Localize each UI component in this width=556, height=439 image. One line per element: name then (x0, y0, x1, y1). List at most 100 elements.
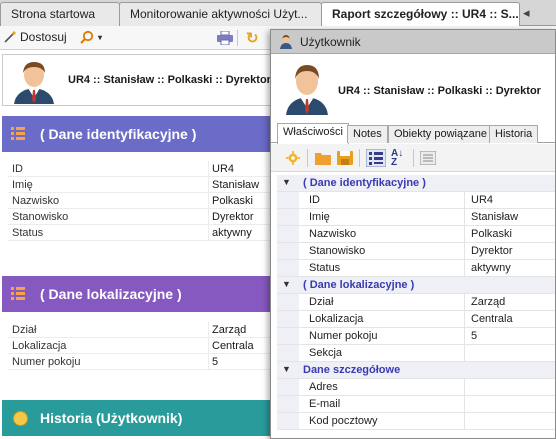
customize-button[interactable]: Dostosuj (4, 30, 67, 44)
property-row[interactable]: Numer pokoju 5 (277, 328, 555, 345)
column-divider[interactable] (464, 345, 465, 361)
table-row: Numer pokoju 5 (8, 354, 272, 370)
report-header: UR4 :: Stanisław :: Polkaski :: Dyrektor (2, 54, 272, 106)
property-row[interactable]: Stanowisko Dyrektor (277, 243, 555, 260)
property-row[interactable]: Sekcja (277, 345, 555, 362)
section-hist-header: Historia (Użytkownik) (2, 400, 272, 436)
column-divider (208, 322, 209, 370)
property-row[interactable]: Nazwisko Polkaski (277, 226, 555, 243)
row-key: Numer pokoju (12, 356, 81, 368)
property-key: Sekcja (309, 347, 343, 359)
tab-wlasciwosci[interactable]: Właściwości (277, 123, 349, 144)
sort-alpha-icon[interactable]: A↓ Z (391, 149, 407, 168)
category-lok[interactable]: ▼ ( Dane lokalizacyjne ) (277, 277, 555, 294)
row-value: Dyrektor (212, 211, 254, 223)
tab-activity-monitoring[interactable]: Monitorowanie aktywności Użyt... (119, 2, 322, 26)
toolbar-separator (359, 149, 360, 167)
property-row[interactable]: Status aktywny (277, 260, 555, 277)
tab-start-page[interactable]: Strona startowa (0, 2, 120, 26)
properties-toolbar: A↓ Z (271, 144, 555, 172)
window-title-bar[interactable]: Użytkownik (271, 30, 555, 54)
property-row[interactable]: Dział Zarząd (277, 294, 555, 311)
detail-report: UR4 :: Stanisław :: Polkaski :: Dyrektor… (0, 50, 272, 439)
section-lok-header: ( Dane lokalizacyjne ) (2, 276, 272, 312)
row-gutter (277, 260, 299, 276)
property-key: Status (309, 262, 341, 274)
row-key: Nazwisko (12, 195, 60, 207)
row-gutter (277, 243, 299, 259)
category-label: Dane szczegółowe (303, 364, 401, 376)
column-divider[interactable] (464, 413, 465, 429)
column-divider[interactable] (464, 311, 465, 327)
property-value[interactable]: Stanisław (471, 211, 518, 223)
section-title: ( Dane identyfikacyjne ) (40, 126, 197, 142)
collapse-icon[interactable]: ▼ (282, 177, 291, 187)
column-divider[interactable] (464, 328, 465, 344)
settings-icon[interactable] (285, 151, 301, 165)
tab-detail-report[interactable]: Raport szczegółowy :: UR4 :: S... (321, 2, 520, 27)
row-gutter (277, 345, 299, 361)
tab-notes[interactable]: Notes (347, 125, 388, 143)
document-tab-bar: Strona startowa Monitorowanie aktywności… (0, 0, 556, 27)
table-row: Imię Stanisław (8, 177, 272, 193)
column-divider[interactable] (464, 243, 465, 259)
property-value[interactable]: Dyrektor (471, 245, 513, 257)
category-ident[interactable]: ▼ ( Dane identyfikacyjne ) (277, 175, 555, 192)
property-row[interactable]: Lokalizacja Centrala (277, 311, 555, 328)
column-divider[interactable] (464, 379, 465, 395)
refresh-icon[interactable]: ↻ (246, 29, 259, 47)
column-divider[interactable] (464, 192, 465, 208)
save-icon[interactable] (337, 151, 353, 165)
row-gutter (277, 192, 299, 208)
categorized-view-icon[interactable] (366, 149, 386, 167)
row-gutter (277, 294, 299, 310)
column-divider[interactable] (464, 226, 465, 242)
property-row[interactable]: E-mail (277, 396, 555, 413)
property-value[interactable]: UR4 (471, 194, 493, 206)
user-properties-window[interactable]: Użytkownik UR4 :: Stanisław :: Polkaski … (270, 29, 556, 439)
folder-icon[interactable] (315, 151, 331, 165)
property-value[interactable]: aktywny (471, 262, 511, 274)
property-row[interactable]: Imię Stanisław (277, 209, 555, 226)
report-title: UR4 :: Stanisław :: Polkaski :: Dyrektor (68, 74, 271, 86)
row-gutter (277, 311, 299, 327)
tab-history[interactable]: Historia (489, 125, 539, 143)
property-row[interactable]: Kod pocztowy (277, 413, 555, 430)
property-value[interactable]: 5 (471, 330, 477, 342)
collapse-icon[interactable]: ▼ (282, 279, 291, 289)
property-key: Stanowisko (309, 245, 366, 257)
table-row: Stanowisko Dyrektor (8, 209, 272, 225)
tab-related-objects[interactable]: Obiekty powiązane (388, 125, 493, 143)
avatar (286, 65, 328, 115)
chevron-down-icon: ▾ (98, 32, 103, 42)
column-divider[interactable] (464, 209, 465, 225)
row-gutter (277, 379, 299, 395)
property-value[interactable]: Centrala (471, 313, 513, 325)
property-key: Adres (309, 381, 338, 393)
magnifier-icon (80, 30, 94, 44)
property-row[interactable]: Adres (277, 379, 555, 396)
row-gutter (277, 328, 299, 344)
tab-scroll-left-icon[interactable]: ◂ (523, 5, 530, 21)
column-divider[interactable] (464, 396, 465, 412)
column-divider[interactable] (464, 260, 465, 276)
section-title: Historia (Użytkownik) (40, 410, 183, 426)
avatar (14, 62, 54, 104)
section-title: ( Dane lokalizacyjne ) (40, 286, 182, 302)
category-detail[interactable]: ▼ Dane szczegółowe (277, 362, 555, 379)
ident-table: ID UR4 Imię Stanisław Nazwisko Polkaski Sta… (8, 161, 272, 241)
property-grid: ▼ ( Dane identyfikacyjne ) ID UR4 Imię Stan… (277, 175, 555, 430)
property-key: Numer pokoju (309, 330, 378, 342)
toolbar-separator (237, 30, 238, 46)
search-dropdown-button[interactable]: ▾ (80, 30, 102, 44)
column-divider[interactable] (464, 294, 465, 310)
property-value[interactable]: Polkaski (471, 228, 512, 240)
printer-icon[interactable] (217, 31, 233, 45)
table-row: Dział Zarząd (8, 322, 272, 338)
list-icon (11, 127, 25, 140)
property-value[interactable]: Zarząd (471, 296, 505, 308)
table-row: Status aktywny (8, 225, 272, 241)
property-row[interactable]: ID UR4 (277, 192, 555, 209)
property-pages-icon[interactable] (420, 151, 436, 165)
collapse-icon[interactable]: ▼ (282, 364, 291, 374)
